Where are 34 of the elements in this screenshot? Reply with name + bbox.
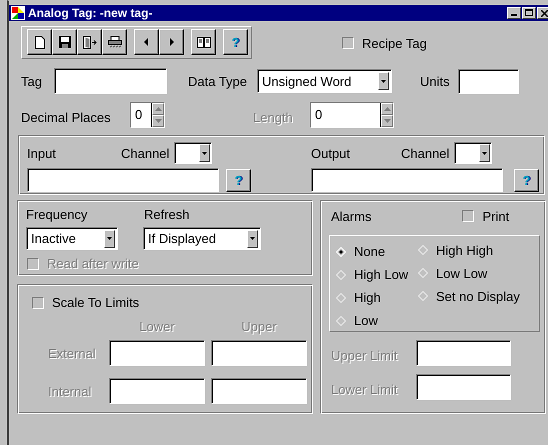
field-label: Channel — [401, 146, 450, 160]
checkbox-label: Print — [482, 208, 510, 224]
window-title: Analog Tag: -new tag- — [28, 6, 154, 20]
field-label: Lower Limit — [331, 382, 398, 396]
radio-label: None — [354, 244, 386, 259]
radio-label: Set no Display — [436, 288, 520, 304]
refresh-dropdown[interactable]: If Displayed — [143, 227, 261, 250]
field-label: Tag — [21, 74, 43, 88]
field-label: Length — [253, 110, 294, 124]
field-label: Channel — [121, 146, 170, 160]
radio-label: High — [354, 290, 381, 305]
field-label: Upper Limit — [331, 348, 398, 362]
field-label: Units — [420, 74, 451, 88]
radio-label: High Low — [354, 267, 408, 282]
data-type-dropdown[interactable]: Unsigned Word — [257, 69, 392, 93]
field-label: Data Type — [188, 74, 248, 88]
radio-label: Low Low — [436, 266, 488, 280]
checkbox-label: Recipe Tag — [362, 36, 427, 50]
row-label: Internal — [47, 384, 92, 398]
radio-label: Low — [354, 313, 378, 328]
field-label: Frequency — [26, 207, 88, 222]
field-label: Refresh — [144, 207, 190, 222]
group-label: Alarms — [331, 208, 372, 224]
row-label: External — [47, 346, 97, 360]
field-label: Input — [27, 146, 57, 160]
checkbox-label: Read after write — [47, 256, 139, 271]
column-header: Upper — [240, 319, 278, 334]
checkbox-label: Scale To Limits — [52, 295, 140, 310]
column-header: Lower — [138, 319, 176, 334]
field-label: Output — [311, 146, 352, 160]
decimal-places-spinner[interactable]: 0 — [130, 102, 165, 128]
field-label: Decimal Places — [21, 110, 112, 124]
frequency-dropdown[interactable]: Inactive — [26, 227, 118, 250]
radio-label: High High — [436, 242, 494, 258]
